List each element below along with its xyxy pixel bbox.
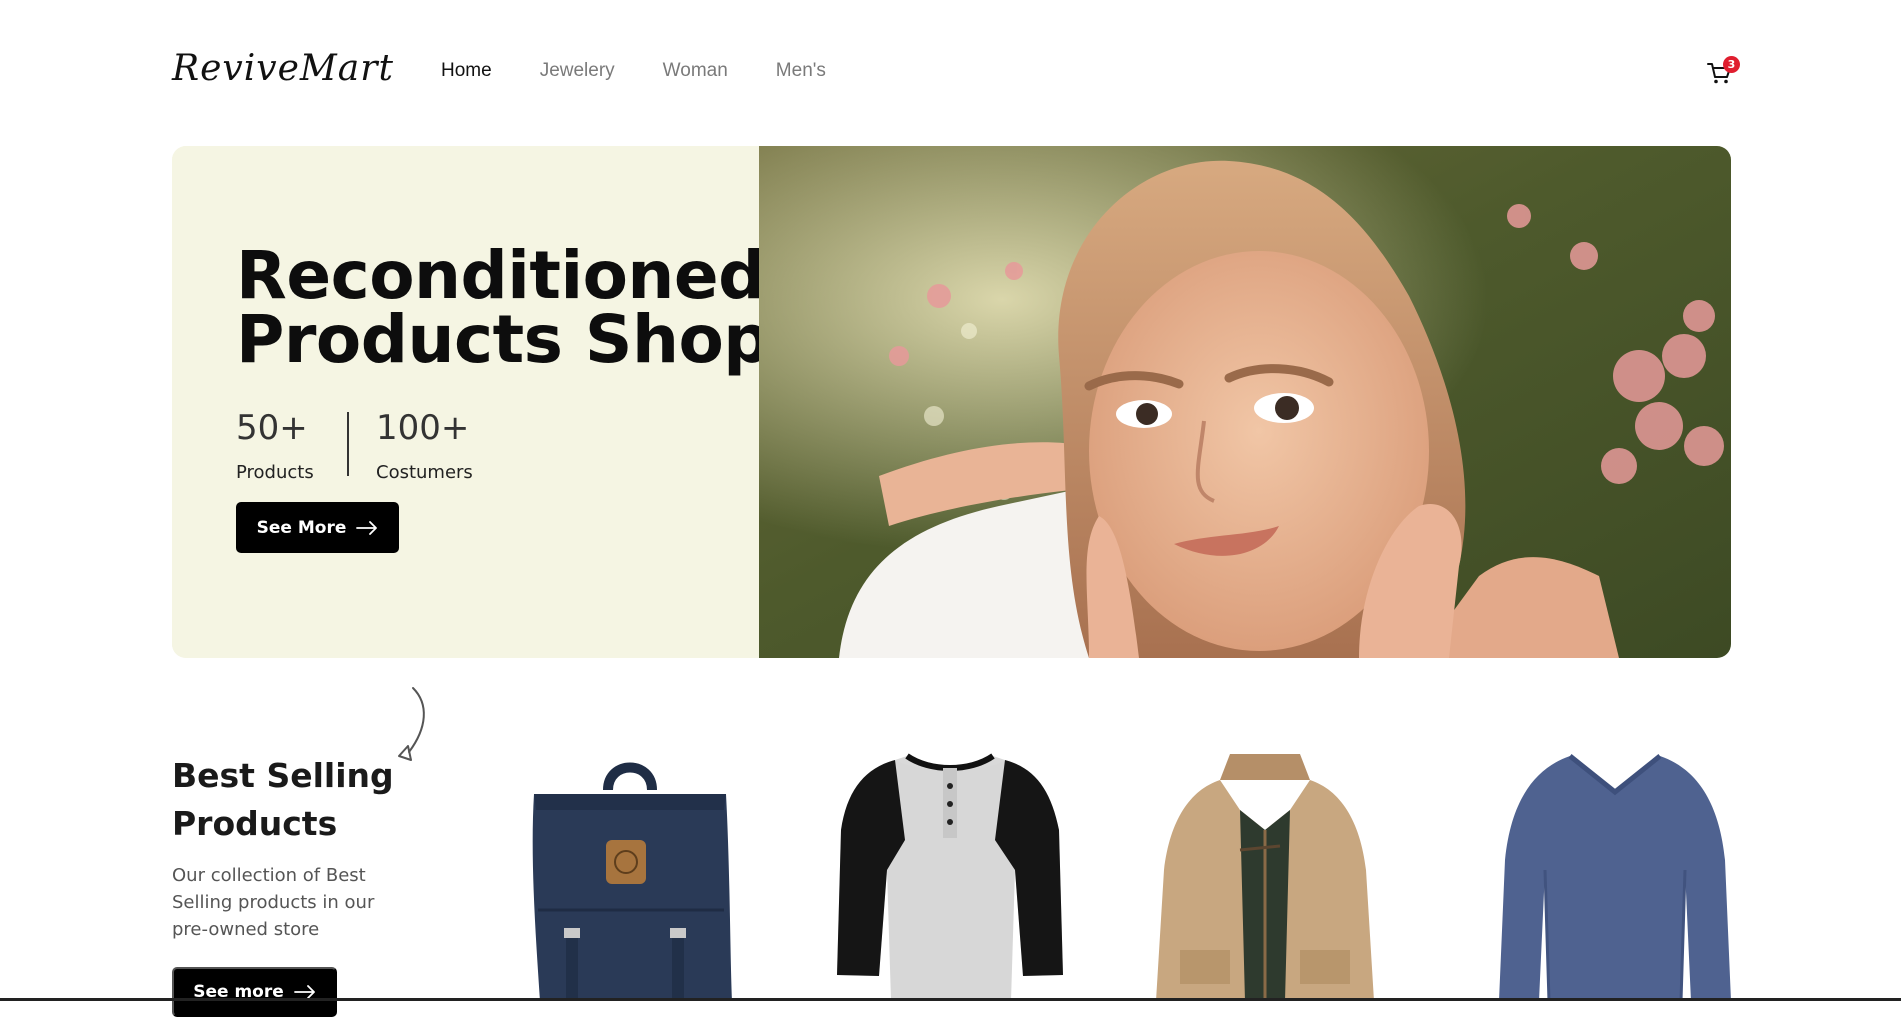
best-selling-title-line-1: Best Selling [172,756,394,795]
hero-see-more-label: See More [256,517,347,538]
stat-products: 50+ Products [236,408,314,483]
brand-logo[interactable]: ReviveMart [172,48,394,89]
stat-customers-value: 100+ [376,408,470,448]
nav-item-home[interactable]: Home [441,60,492,82]
arrow-right-icon [293,985,315,999]
hero-see-more-button[interactable]: See More [236,502,399,553]
stat-products-value: 50+ [236,408,308,448]
stat-divider [347,412,349,476]
stat-customers-label: Costumers [376,462,473,483]
khaki-jacket-image[interactable] [1150,750,1380,1001]
best-selling-title: Best Selling Products [172,752,394,848]
navy-backpack-image[interactable] [520,750,740,1001]
nav-item-jewelery[interactable]: Jewelery [540,60,615,82]
main-nav: Home Jewelery Woman Men's [441,60,874,82]
hero-banner: Reconditioned Products Shop 50+ Products… [172,146,1731,658]
raglan-henley-shirt-image[interactable] [835,750,1065,1001]
hero-model-photo [759,146,1731,658]
best-selling-title-line-2: Products [172,804,338,843]
curved-arrow-icon [398,687,425,761]
nav-item-mens[interactable]: Men's [776,60,826,82]
nav-item-woman[interactable]: Woman [663,60,728,82]
hero-title-line-2: Products Shop [236,301,771,378]
hero-title: Reconditioned Products Shop [236,237,771,378]
blue-long-sleeve-shirt-image[interactable] [1495,750,1735,1001]
stat-customers: 100+ Costumers [376,408,473,483]
stat-products-label: Products [236,462,314,483]
cart-count-badge: 3 [1723,56,1740,73]
best-selling-see-more-button[interactable]: See more [172,967,337,1017]
hero-title-line-1: Reconditioned [236,237,765,314]
best-selling-description: Our collection of Best Selling products … [172,865,375,940]
hero-text-panel: Reconditioned Products Shop 50+ Products… [172,146,771,658]
arrow-right-icon [356,520,378,535]
